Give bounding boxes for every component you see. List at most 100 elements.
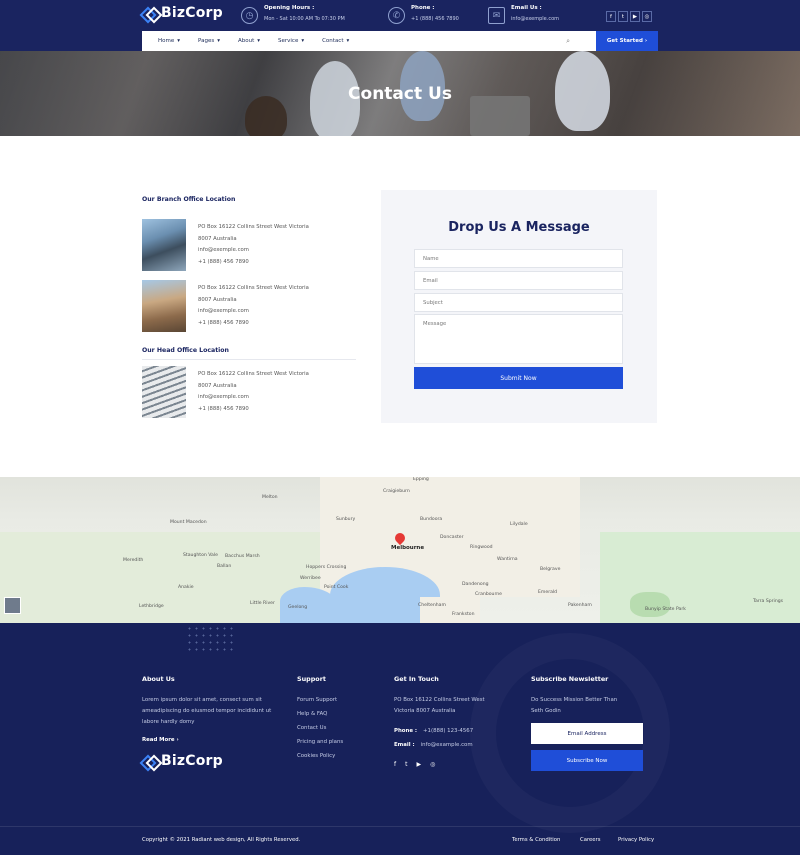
newsletter-title: Subscribe Newsletter (531, 675, 609, 683)
email-value[interactable]: info@exemple.com (511, 16, 559, 22)
terms-link[interactable]: Terms & Condition (512, 837, 560, 843)
address-line: PO Box 16122 Collins Street West Victori… (198, 371, 309, 377)
chevron-down-icon: ▾ (257, 38, 260, 44)
chevron-down-icon: ▾ (177, 38, 181, 44)
form-title: Drop Us A Message (448, 220, 590, 235)
map-label: Mount Macedon (170, 520, 207, 525)
footer-link-contact[interactable]: Contact Us (297, 725, 326, 731)
logo-icon (142, 754, 157, 769)
footer-link-cookies[interactable]: Cookies Policy (297, 753, 335, 759)
newsletter-text: Do Success Mission Better Than Seth Godi… (531, 697, 618, 714)
map-label: Lethbridge (139, 604, 164, 609)
chevron-down-icon: ▾ (217, 38, 220, 44)
email-title: Email Us : (511, 5, 542, 11)
logo-icon (142, 6, 157, 21)
map-label: Staughton Vale (183, 553, 218, 558)
nav-item-pages[interactable]: Pages ▾ (198, 38, 220, 44)
map-label: Dandenong (462, 582, 489, 587)
footer-email: Email : info@example.com (394, 742, 473, 748)
map-label: Ballan (217, 564, 232, 569)
footer-divider (0, 826, 800, 827)
message-textarea[interactable]: Message (414, 314, 623, 364)
twitter-icon[interactable]: t (618, 11, 628, 22)
footer-brand-name: BizCorp (161, 753, 223, 769)
location-email[interactable]: info@exemple.com (198, 392, 309, 404)
brand-name: BizCorp (161, 5, 223, 21)
decorative-dots (186, 625, 236, 655)
map-label: Tarra Springs (753, 599, 784, 604)
map-label: Cranbourne (475, 592, 503, 597)
footer-email-label: Email : (394, 742, 415, 748)
opening-hours-title: Opening Hours : (264, 5, 315, 11)
logo[interactable]: BizCorp (142, 5, 223, 21)
map-label: Bundoora (420, 517, 443, 522)
chevron-down-icon: ▾ (346, 38, 350, 44)
footer-phone: Phone : +1(888) 123-4567 (394, 728, 473, 734)
building-image (142, 366, 186, 418)
subscribe-button[interactable]: Subscribe Now (531, 750, 643, 771)
map-label: Sunbury (336, 517, 356, 522)
email-input[interactable]: Email (414, 271, 623, 290)
footer-support-title: Support (297, 675, 326, 683)
map-label: Lilydale (510, 522, 528, 527)
social-links: f t ▶ ◎ (606, 11, 652, 22)
hero-banner: Contact Us (0, 51, 800, 136)
envelope-icon: ✉ (488, 7, 505, 24)
subject-input[interactable]: Subject (414, 293, 623, 312)
chevron-down-icon: ▾ (301, 38, 305, 44)
submit-button[interactable]: Submit Now (414, 367, 623, 389)
privacy-link[interactable]: Privacy Policy (618, 837, 654, 843)
nav-item-about[interactable]: About ▾ (238, 38, 260, 44)
main-nav: Home ▾ Pages ▾ About ▾ Service ▾ Contact ▾ ⌕ (142, 31, 596, 51)
location-map[interactable]: Melbourne Werribee Geelong Point Cook Da… (0, 477, 800, 623)
location-email[interactable]: info@exemple.com (198, 245, 309, 257)
nav-item-home[interactable]: Home ▾ (158, 38, 180, 44)
map-label: Melton (262, 495, 278, 500)
map-label: Hoppers Crossing (306, 565, 347, 570)
nav-item-contact[interactable]: Contact ▾ (322, 38, 349, 44)
phone-value[interactable]: +1 (888) 456 7890 (411, 16, 459, 22)
footer-logo[interactable]: BizCorp (142, 753, 223, 769)
careers-link[interactable]: Careers (580, 837, 600, 843)
footer-phone-label: Phone : (394, 728, 418, 734)
footer-link-forum[interactable]: Forum Support (297, 697, 337, 703)
instagram-icon[interactable]: ◎ (642, 11, 652, 22)
map-label: Ringwood (470, 545, 493, 550)
footer-about-text: Lorem ipsum dolor sit amet, consect sum … (142, 697, 272, 725)
map-label: Meredith (123, 558, 144, 563)
map-label: Point Cook (324, 585, 349, 590)
page-title: Contact Us (348, 84, 452, 104)
location-phone[interactable]: +1 (888) 456 7890 (198, 257, 309, 269)
search-icon[interactable]: ⌕ (566, 37, 570, 46)
youtube-icon[interactable]: ▶ (416, 761, 421, 768)
footer-link-pricing[interactable]: Pricing and plans (297, 739, 343, 745)
footer-email-value[interactable]: info@example.com (421, 742, 473, 748)
map-label: Werribee (300, 576, 321, 581)
head-office-location: PO Box 16122 Collins Street West Victori… (142, 366, 309, 418)
facebook-icon[interactable]: f (394, 761, 396, 768)
instagram-icon[interactable]: ◎ (430, 761, 435, 768)
map-label: Belgrave (540, 567, 561, 572)
nav-item-service[interactable]: Service ▾ (278, 38, 304, 44)
name-input[interactable]: Name (414, 249, 623, 268)
location-phone[interactable]: +1 (888) 456 7890 (198, 318, 309, 330)
footer-link-help[interactable]: Help & FAQ (297, 711, 327, 717)
phone-info: ✆ Phone : +1 (888) 456 7890 (388, 5, 459, 24)
facebook-icon[interactable]: f (606, 11, 616, 22)
address-line: PO Box 16122 Collins Street West Victori… (198, 224, 309, 230)
map-label: Bunyip State Park (645, 607, 686, 612)
location-email[interactable]: info@exemple.com (198, 306, 309, 318)
twitter-icon[interactable]: t (405, 761, 407, 768)
read-more-link[interactable]: Read More › (142, 737, 179, 743)
map-label: Pakenham (568, 603, 592, 608)
youtube-icon[interactable]: ▶ (630, 11, 640, 22)
address-line: PO Box 16122 Collins Street West Victori… (198, 285, 309, 291)
location-phone[interactable]: +1 (888) 456 7890 (198, 404, 309, 416)
footer-phone-value[interactable]: +1(888) 123-4567 (423, 728, 473, 734)
get-started-button[interactable]: Get Started › (596, 31, 658, 51)
newsletter-email-input[interactable]: Email Address (531, 723, 643, 744)
map-label: Craigieburn (383, 489, 410, 494)
branch-office-title: Our Branch Office Location (142, 196, 236, 203)
address-line: 8007 Australia (198, 382, 237, 389)
map-label: Cheltenham (418, 603, 446, 608)
